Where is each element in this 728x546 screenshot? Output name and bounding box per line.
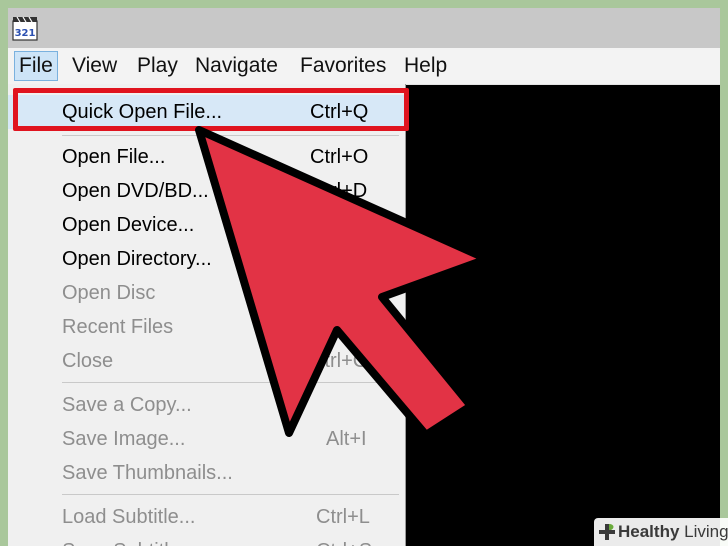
menu-item-shortcut: Ctrl+L <box>316 506 370 528</box>
menu-item-save-subtitle[interactable]: Save Subtitle... Ctrl+S <box>8 534 405 546</box>
menu-view[interactable]: View <box>68 52 121 80</box>
menu-item-label: Open DVD/BD... <box>62 180 209 202</box>
app-window: 321 File View Play Navigate Favorites He… <box>8 8 720 546</box>
menu-item-label: Save Thumbnails... <box>62 462 233 484</box>
watermark-brand-bold: Healthy <box>618 522 680 541</box>
plus-leaf-icon <box>599 524 615 540</box>
menu-item-save-a-copy[interactable]: Save a Copy... <box>8 388 405 422</box>
menu-item-label: Open Directory... <box>62 248 212 270</box>
menu-item-label: Open Device... <box>62 214 195 236</box>
file-menu-dropdown: Quick Open File... Ctrl+Q Open File... C… <box>8 84 406 546</box>
menu-item-label: Open File... <box>62 146 166 168</box>
watermark-text: Healthy Living <box>618 520 728 544</box>
menu-item-shortcut: Alt+I <box>326 428 367 450</box>
menu-favorites[interactable]: Favorites <box>296 52 390 80</box>
menu-item-label: Save Image... <box>62 428 186 450</box>
menu-item-shortcut: Ctrl+S <box>316 534 372 546</box>
watermark-brand-rest: Living <box>679 522 728 541</box>
menu-item-recent-files[interactable]: Recent Files <box>8 310 405 344</box>
menu-bar: File View Play Navigate Favorites Help <box>8 48 720 85</box>
menu-navigate[interactable]: Navigate <box>191 52 282 80</box>
menu-item-save-thumbnails[interactable]: Save Thumbnails... <box>8 456 405 490</box>
menu-file[interactable]: File <box>14 51 58 81</box>
menu-item-save-image[interactable]: Save Image... Alt+I <box>8 422 405 456</box>
menu-separator <box>62 494 399 495</box>
menu-item-open-device[interactable]: Open Device... <box>8 208 405 242</box>
menu-item-label: Save a Copy... <box>62 394 192 416</box>
menu-help[interactable]: Help <box>400 52 451 80</box>
menu-item-open-directory[interactable]: Open Directory... <box>8 242 405 276</box>
menu-item-open-disc[interactable]: Open Disc <box>8 276 405 310</box>
highlight-box <box>13 88 409 131</box>
menu-play[interactable]: Play <box>133 52 182 80</box>
video-display-area[interactable] <box>405 85 720 546</box>
title-bar: 321 <box>8 8 720 48</box>
watermark: Healthy Living <box>594 518 728 546</box>
menu-item-label: Save Subtitle... <box>62 534 197 546</box>
menu-item-label: Close <box>62 350 114 372</box>
menu-item-shortcut: Ctrl+D <box>310 180 368 202</box>
menu-item-shortcut: Ctrl+C <box>310 350 368 372</box>
menu-separator <box>62 382 399 383</box>
menu-item-label: Load Subtitle... <box>62 506 196 528</box>
media-player-classic-icon[interactable]: 321 <box>12 16 38 42</box>
menu-item-open-file[interactable]: Open File... Ctrl+O <box>8 140 405 174</box>
menu-item-label: Open Disc <box>62 282 156 304</box>
menu-item-close[interactable]: Close Ctrl+C <box>8 344 405 378</box>
menu-item-open-dvd-bd[interactable]: Open DVD/BD... Ctrl+D <box>8 174 405 208</box>
svg-text:321: 321 <box>15 28 36 39</box>
menu-separator <box>62 135 399 136</box>
menu-item-label: Recent Files <box>62 316 174 338</box>
menu-item-load-subtitle[interactable]: Load Subtitle... Ctrl+L <box>8 500 405 534</box>
menu-item-shortcut: Ctrl+O <box>310 146 369 168</box>
